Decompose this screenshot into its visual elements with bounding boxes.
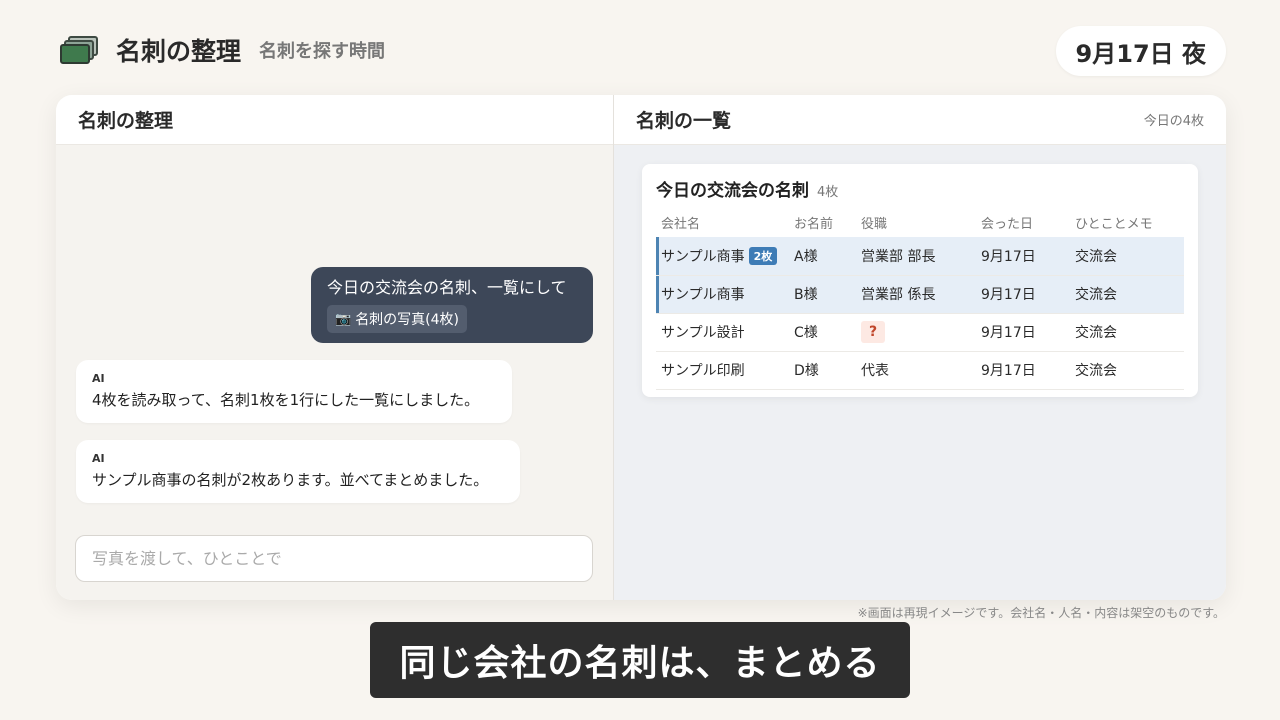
app-header: 名刺の整理 名刺を探す時間 (60, 28, 385, 72)
chat-pane: 名刺の整理 今日の交流会の名刺、一覧にして 📷 名刺の写真(4枚) AI 4枚を… (56, 95, 614, 600)
ai-message-text: サンプル商事の名刺が2枚あります。並べてまとめました。 (92, 471, 489, 489)
duplicate-count-badge: 2枚 (748, 246, 778, 265)
date-cell: 9月17日 (976, 351, 1070, 390)
main-panel: 名刺の整理 今日の交流会の名刺、一覧にして 📷 名刺の写真(4枚) AI 4枚を… (56, 95, 1226, 600)
app-subtitle: 名刺を探す時間 (259, 41, 386, 62)
ai-message-bubble: AI サンプル商事の名刺が2枚あります。並べてまとめました。 (76, 440, 520, 503)
ai-message-text: 4枚を読み取って、名刺1枚を1行にした一覧にしました。 (92, 391, 480, 409)
chat-pane-title: 名刺の整理 (78, 110, 174, 132)
name-cell: D様 (789, 351, 856, 390)
column-header-name: お名前 (794, 216, 834, 232)
column-header-date: 会った日 (981, 216, 1034, 232)
disclaimer-text: ※画面は再現イメージです。会社名・人名・内容は架空のものです。 (857, 606, 1225, 620)
company-cell: サンプル印刷 (656, 351, 789, 390)
card-table-title: 今日の交流会の名刺 4枚 (656, 176, 1184, 201)
company-cell: サンプル商事 2枚 (656, 237, 789, 276)
business-cards-icon (60, 36, 98, 64)
role-cell: ? (856, 313, 976, 352)
subtitle-caption: 同じ会社の名刺は、まとめる (370, 622, 910, 698)
date-badge: 9月17日 夜 (1055, 26, 1226, 76)
table-row[interactable]: サンプル商事 B様 営業部 係長 9月17日 交流会 (656, 275, 1184, 314)
date-cell: 9月17日 (976, 313, 1070, 352)
card-list-title: 名刺の一覧 (636, 110, 732, 132)
column-header-memo: ひとことメモ (1075, 216, 1153, 232)
card-list-header: 名刺の一覧 今日の4枚 (614, 95, 1226, 145)
card-table-panel: 今日の交流会の名刺 4枚 会社名 お名前 役職 会った日 ひとことメモ サンプル… (642, 164, 1198, 397)
memo-cell: 交流会 (1070, 237, 1184, 276)
name-cell: A様 (789, 237, 856, 276)
card-table-count: 4枚 (817, 185, 839, 200)
ai-sender-label: AI (92, 372, 105, 385)
chat-pane-header: 名刺の整理 (56, 95, 613, 145)
role-cell: 営業部 係長 (856, 275, 976, 314)
table-header-row: 会社名 お名前 役職 会った日 ひとことメモ (656, 207, 1184, 237)
photo-attachment-chip[interactable]: 📷 名刺の写真(4枚) (327, 305, 468, 333)
date-cell: 9月17日 (976, 275, 1070, 314)
column-header-company: 会社名 (661, 216, 701, 232)
date-cell: 9月17日 (976, 237, 1070, 276)
camera-icon: 📷 (335, 311, 352, 327)
memo-cell: 交流会 (1070, 313, 1184, 352)
column-header-role: 役職 (861, 216, 888, 232)
table-row[interactable]: サンプル設計 C様 ? 9月17日 交流会 (656, 313, 1184, 352)
name-cell: B様 (789, 275, 856, 314)
memo-cell: 交流会 (1070, 275, 1184, 314)
user-message-text: 今日の交流会の名刺、一覧にして (327, 278, 567, 297)
card-list-pane: 名刺の一覧 今日の4枚 今日の交流会の名刺 4枚 会社名 お名前 役職 会った日… (614, 95, 1226, 600)
role-cell: 代表 (856, 351, 976, 390)
table-row[interactable]: サンプル商事 2枚 A様 営業部 部長 9月17日 交流会 (656, 237, 1184, 276)
ai-sender-label: AI (92, 452, 105, 465)
card-list-count: 今日の4枚 (1143, 114, 1204, 129)
app-title: 名刺の整理 (116, 37, 242, 66)
memo-cell: 交流会 (1070, 351, 1184, 390)
card-table-title-text: 今日の交流会の名刺 (656, 181, 809, 201)
company-text: サンプル商事 (661, 248, 745, 265)
attachment-label: 名刺の写真(4枚) (355, 312, 460, 328)
ai-message-bubble: AI 4枚を読み取って、名刺1枚を1行にした一覧にしました。 (76, 360, 512, 423)
chat-input[interactable] (75, 535, 593, 582)
unknown-role-badge: ? (861, 321, 885, 343)
company-cell: サンプル設計 (656, 313, 789, 352)
user-message-bubble: 今日の交流会の名刺、一覧にして 📷 名刺の写真(4枚) (311, 267, 593, 343)
table-row[interactable]: サンプル印刷 D様 代表 9月17日 交流会 (656, 351, 1184, 390)
name-cell: C様 (789, 313, 856, 352)
business-card-table: 会社名 お名前 役職 会った日 ひとことメモ サンプル商事 2枚 A様 営業部 部… (656, 207, 1184, 390)
role-cell: 営業部 部長 (856, 237, 976, 276)
company-cell: サンプル商事 (656, 275, 789, 314)
